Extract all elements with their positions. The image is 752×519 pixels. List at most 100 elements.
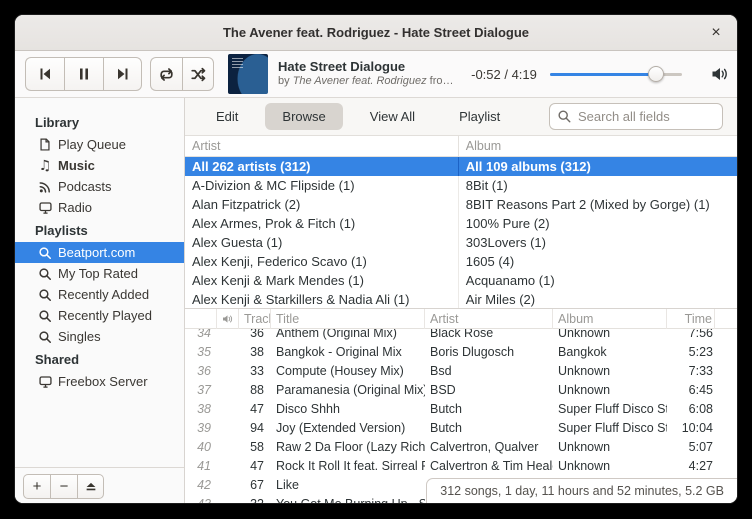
sidebar-item-freebox-server[interactable]: Freebox Server [15,371,184,392]
track-column-header[interactable]: Track [239,309,271,329]
track-row[interactable]: 4147Rock It Roll It feat. Sirreal Pip…Ca… [185,457,737,476]
row-number: 37 [185,381,217,400]
tab-playlist[interactable]: Playlist [442,103,517,130]
track-time-cell: 4:27 [667,457,715,476]
browser-artist-cell[interactable]: Alex Kenji, Federico Scavo (1) [185,252,459,271]
search-box[interactable] [549,103,723,130]
artist-column-header[interactable]: Artist [425,309,553,329]
browser-album-cell[interactable]: 100% Pure (2) [459,214,737,233]
browser-row[interactable]: Alex Guesta (1)303Lovers (1) [185,233,737,252]
sidebar-item-recently-added[interactable]: Recently Added [15,284,184,305]
browser-album-cell[interactable]: Air Miles (2) [459,290,737,308]
track-title-cell: Rock It Roll It feat. Sirreal Pip… [271,457,425,476]
library-browser: Artist Album All 262 artists (312)All 10… [185,136,737,309]
transport-button-group [25,57,142,91]
track-row[interactable]: 4058Raw 2 Da Floor (Lazy Rich Re…Calvert… [185,438,737,457]
row-number: 39 [185,419,217,438]
tab-bar: Edit Browse View All Playlist [185,98,737,136]
browser-artist-cell[interactable]: A-Divizion & MC Flipside (1) [185,176,459,195]
next-button[interactable] [103,57,142,91]
browser-row[interactable]: All 262 artists (312)All 109 albums (312… [185,157,737,176]
browser-artist-cell[interactable]: Alex Guesta (1) [185,233,459,252]
browser-artist-cell[interactable]: Alan Fitzpatrick (2) [185,195,459,214]
browser-artist-cell[interactable]: Alex Armes, Prok & Fitch (1) [185,214,459,233]
track-number: 33 [239,362,271,381]
track-title: Hate Street Dialogue [278,59,456,75]
sidebar-item-label: Podcasts [58,179,111,194]
title-column-header[interactable]: Title [271,309,425,329]
browser-row[interactable]: Alex Kenji & Starkillers & Nadia Ali (1)… [185,290,737,308]
browser-row[interactable]: Alex Kenji & Mark Mendes (1)Acquanamo (1… [185,271,737,290]
browser-artist-cell[interactable]: Alex Kenji & Starkillers & Nadia Ali (1) [185,290,459,308]
tracklist: Track Title Artist Album Time 3436Anthem… [185,309,737,504]
playing-indicator-cell [217,362,239,381]
seek-slider[interactable] [550,66,682,82]
document-icon [37,137,53,153]
sidebar: LibraryPlay Queue♫Music Podcasts RadioPlay… [15,98,185,504]
playing-column-header[interactable] [217,309,239,329]
browser-row[interactable]: Alex Armes, Prok & Fitch (1)100% Pure (2… [185,214,737,233]
browser-artist-cell[interactable]: All 262 artists (312) [185,157,459,176]
track-row[interactable]: 3847Disco ShhhButchSuper Fluff Disco Stu… [185,400,737,419]
previous-button[interactable] [25,57,64,91]
browser-artist-header[interactable]: Artist [185,136,459,156]
sidebar-item-singles[interactable]: Singles [15,326,184,347]
row-number: 41 [185,457,217,476]
pause-button[interactable] [64,57,103,91]
remove-button[interactable]: − [50,474,77,499]
browser-album-cell[interactable]: 303Lovers (1) [459,233,737,252]
row-number: 42 [185,476,217,495]
track-row[interactable]: 3633Compute (Housey Mix)BsdUnknown7:33 [185,362,737,381]
track-artist-cell: Boris Dlugosch [425,343,553,362]
album-column-header[interactable]: Album [553,309,667,329]
track-album-cell: Bangkok [553,343,667,362]
browser-album-cell[interactable]: Acquanamo (1) [459,271,737,290]
browser-album-cell[interactable]: All 109 albums (312) [459,157,737,176]
seek-handle[interactable] [648,66,664,82]
sidebar-item-beatport-com[interactable]: Beatport.com [15,242,184,263]
titlebar[interactable]: The Avener feat. Rodriguez - Hate Street… [15,15,737,51]
tab-view-all[interactable]: View All [353,103,432,130]
track-number: 58 [239,438,271,457]
sidebar-item-radio[interactable]: Radio [15,197,184,218]
browser-album-cell[interactable]: 8BIT Reasons Part 2 (Mixed by Gorge) (1) [459,195,737,214]
sidebar-item-my-top-rated[interactable]: My Top Rated [15,263,184,284]
search-input[interactable] [578,109,715,124]
sidebar-item-recently-played[interactable]: Recently Played [15,305,184,326]
browser-album-cell[interactable]: 8Bit (1) [459,176,737,195]
tab-edit[interactable]: Edit [199,103,255,130]
close-button[interactable]: × [705,22,727,44]
volume-button[interactable] [708,62,732,86]
add-button[interactable]: + [23,474,50,499]
album-art [228,54,268,94]
eject-icon [84,479,98,493]
browser-album-header[interactable]: Album [459,136,737,156]
sidebar-item-music[interactable]: ♫Music [15,155,184,176]
tab-browse[interactable]: Browse [265,103,342,130]
player-toolbar: Hate Street Dialogue by The Avener feat.… [15,51,737,98]
browser-artist-cell[interactable]: Alex Kenji & Mark Mendes (1) [185,271,459,290]
sidebar-item-play-queue[interactable]: Play Queue [15,134,184,155]
rss-icon [37,179,53,195]
track-row[interactable]: 3538Bangkok - Original MixBoris Dlugosch… [185,343,737,362]
sidebar-section-title-playlists: Playlists [15,218,184,242]
sidebar-item-label: Beatport.com [58,245,135,260]
time-column-header[interactable]: Time [667,309,715,329]
repeat-button[interactable] [150,57,182,91]
browser-row[interactable]: A-Divizion & MC Flipside (1)8Bit (1) [185,176,737,195]
shuffle-button[interactable] [182,57,214,91]
track-row[interactable]: 3994Joy (Extended Version)ButchSuper Flu… [185,419,737,438]
main-pane: Edit Browse View All Playlist Artist Album … [185,98,737,504]
track-title-cell: Joy (Extended Version) [271,419,425,438]
browser-row[interactable]: Alan Fitzpatrick (2)8BIT Reasons Part 2 … [185,195,737,214]
sidebar-item-label: Freebox Server [58,374,148,389]
row-number-column-header[interactable] [185,309,217,329]
sidebar-item-podcasts[interactable]: Podcasts [15,176,184,197]
sidebar-section-title-library: Library [15,110,184,134]
tracklist-header: Track Title Artist Album Time [185,309,737,329]
browser-row[interactable]: Alex Kenji, Federico Scavo (1)1605 (4) [185,252,737,271]
browser-album-cell[interactable]: 1605 (4) [459,252,737,271]
window-body: LibraryPlay Queue♫MusicPodcastsRadioPlay… [15,98,737,504]
eject-button[interactable] [77,474,104,499]
track-row[interactable]: 3788Paramanesia (Original Mix)BSDUnknown… [185,381,737,400]
